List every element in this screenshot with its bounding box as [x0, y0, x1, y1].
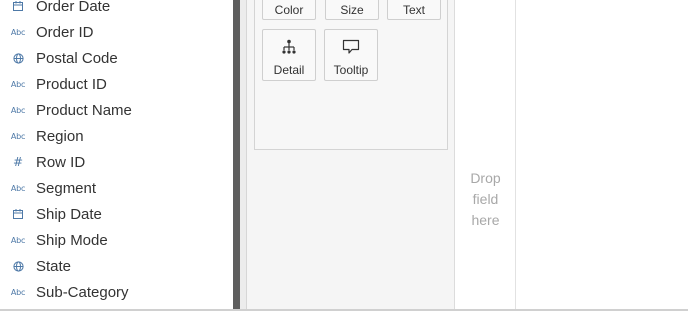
size-button[interactable]: Size — [325, 0, 379, 20]
speech-bubble-icon — [342, 39, 360, 58]
text-button[interactable]: Text — [387, 0, 441, 20]
text-label: Text — [402, 3, 425, 17]
size-label: Size — [340, 3, 364, 17]
field-item-postal-code[interactable]: Postal Code — [0, 45, 232, 71]
field-item-segment[interactable]: Abc Segment — [0, 175, 232, 201]
field-label: Sub-Category — [36, 283, 129, 301]
tooltip-label: Tooltip — [333, 63, 369, 77]
abc-icon: Abc — [10, 27, 26, 37]
marks-card: Color Size Text Detail Tooltip — [254, 0, 448, 150]
drop-line-2: field — [472, 191, 499, 207]
pane-splitter[interactable] — [233, 0, 240, 311]
marks-column: Color Size Text Detail Tooltip — [247, 0, 455, 311]
field-label: Order Date — [36, 0, 111, 15]
abc-icon: Abc — [10, 131, 26, 141]
color-button[interactable]: Color — [262, 0, 316, 20]
field-item-row-id[interactable]: # Row ID — [0, 149, 232, 175]
drop-line-3: here — [471, 212, 500, 228]
field-label: Order ID — [36, 23, 94, 41]
field-list: Order Date Abc Order ID Postal Code Abc … — [0, 0, 232, 305]
globe-icon — [0, 52, 36, 64]
detail-button[interactable]: Detail — [262, 29, 316, 81]
data-pane: Order Date Abc Order ID Postal Code Abc … — [0, 0, 232, 311]
abc-icon: Abc — [10, 183, 26, 193]
field-label: Segment — [36, 179, 97, 197]
field-label: Product Name — [36, 101, 132, 119]
calendar-icon — [0, 209, 36, 219]
calendar-icon — [0, 1, 36, 11]
hash-icon: # — [12, 155, 24, 169]
detail-label: Detail — [273, 63, 305, 77]
field-item-ship-mode[interactable]: Abc Ship Mode — [0, 227, 232, 253]
drop-field-placeholder: Drop field here — [455, 168, 516, 231]
abc-icon: Abc — [10, 105, 26, 115]
pane-splitter-track — [240, 0, 247, 311]
drop-line-1: Drop — [470, 170, 501, 186]
tooltip-button[interactable]: Tooltip — [324, 29, 378, 81]
field-label: Postal Code — [36, 49, 118, 67]
abc-icon: Abc — [10, 235, 26, 245]
field-item-state[interactable]: State — [0, 253, 232, 279]
drop-field-shelf[interactable]: Drop field here — [455, 0, 516, 311]
field-label: Product ID — [36, 75, 107, 93]
field-label: State — [36, 257, 72, 275]
abc-icon: Abc — [10, 287, 26, 297]
color-label: Color — [274, 3, 304, 17]
hierarchy-icon — [281, 39, 297, 58]
field-item-region[interactable]: Abc Region — [0, 123, 232, 149]
field-label: Ship Mode — [36, 231, 108, 249]
globe-icon — [0, 260, 36, 272]
field-item-product-id[interactable]: Abc Product ID — [0, 71, 232, 97]
field-label: Region — [36, 127, 84, 145]
field-label: Row ID — [36, 153, 86, 171]
field-item-order-id[interactable]: Abc Order ID — [0, 19, 232, 45]
field-item-order-date[interactable]: Order Date — [0, 0, 232, 19]
view-canvas[interactable] — [516, 0, 688, 311]
field-item-product-name[interactable]: Abc Product Name — [0, 97, 232, 123]
abc-icon: Abc — [10, 79, 26, 89]
field-item-sub-category[interactable]: Abc Sub-Category — [0, 279, 232, 305]
field-label: Ship Date — [36, 205, 102, 223]
field-item-ship-date[interactable]: Ship Date — [0, 201, 232, 227]
